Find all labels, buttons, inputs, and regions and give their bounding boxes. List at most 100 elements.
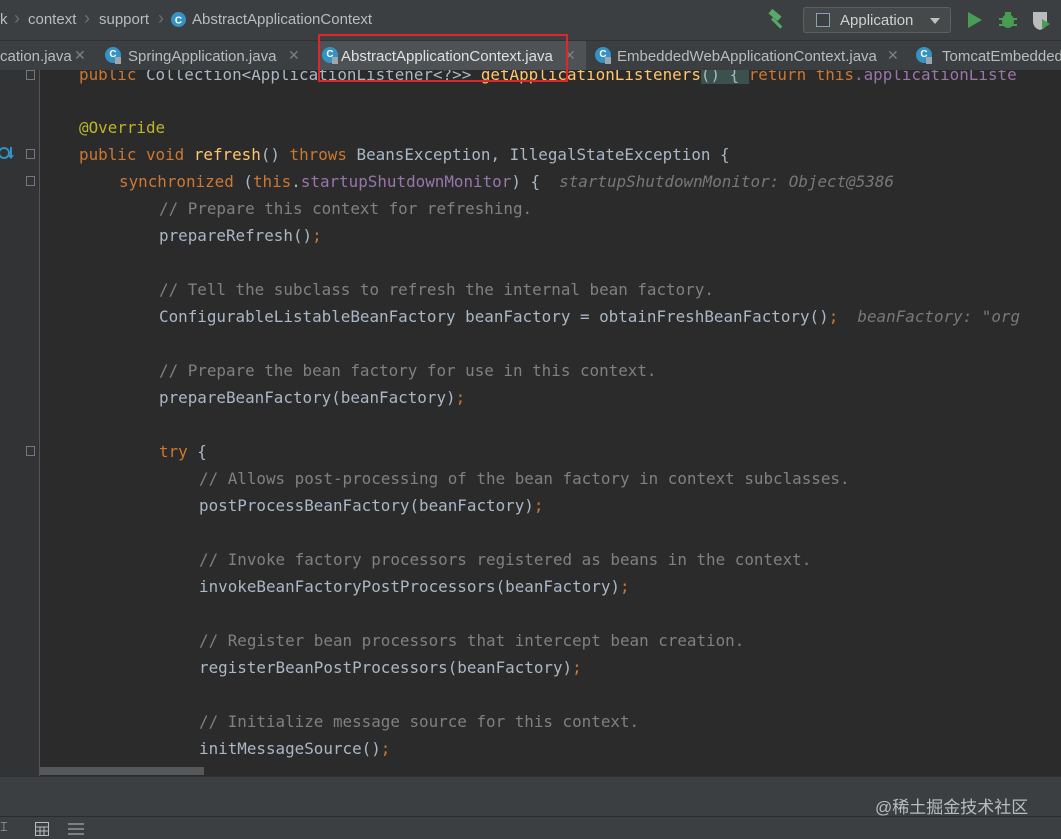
code-text: invokeBeanFactoryPostProcessors(beanFact… [199, 577, 620, 596]
keyword: public [79, 145, 137, 164]
tab-label: cation.java [0, 48, 72, 65]
code-line: // Invoke factory processors registered … [199, 546, 811, 573]
comment: // Allows post-processing of the bean fa… [199, 469, 850, 488]
close-icon[interactable]: ✕ [887, 47, 899, 64]
breadcrumb-support[interactable]: support [99, 11, 149, 28]
breadcrumb-separator: › [14, 8, 20, 28]
keyword: public [79, 70, 137, 84]
editor-tab-bar: cation.java ✕ C SpringApplication.java ✕… [0, 40, 1061, 70]
code-text: initMessageSource() [199, 739, 381, 758]
code-text: postProcessBeanFactory(beanFactory) [199, 496, 534, 515]
comment: // Initialize message source for this co… [199, 712, 640, 731]
code-text: . [291, 172, 301, 191]
breadcrumb-class[interactable]: AbstractApplicationContext [192, 11, 372, 28]
folded-body[interactable]: () { [700, 70, 749, 84]
comment: // Prepare the bean factory for use in t… [159, 361, 657, 380]
java-class-icon: C [105, 47, 121, 64]
tab-abstract-application-context[interactable]: C AbstractApplicationContext.java ✕ [318, 41, 586, 70]
code-line: // Prepare the bean factory for use in t… [159, 357, 656, 384]
code-line: initMessageSource(); [199, 735, 390, 762]
code-text: ConfigurableListableBeanFactory beanFact… [159, 307, 829, 326]
tab-label: EmbeddedWebApplicationContext.java [617, 48, 877, 65]
field-name: startupShutdownMonitor [300, 172, 512, 191]
tab-label: SpringApplication.java [128, 48, 277, 65]
code-text: registerBeanPostProcessors(beanFactory) [199, 658, 573, 677]
calculator-icon[interactable] [35, 822, 49, 836]
breadcrumb-separator: › [84, 8, 90, 28]
watermark: @稀土掘金技术社区 [875, 798, 1029, 817]
run-configuration-selector[interactable]: Application [803, 7, 951, 33]
semicolon: ; [533, 496, 544, 515]
code-line: // Prepare this context for refreshing. [159, 195, 532, 222]
build-hammer-icon[interactable] [766, 9, 788, 31]
code-line: synchronized (this.startupShutdownMonito… [119, 168, 894, 195]
fold-marker-icon[interactable] [26, 70, 35, 80]
svg-text:C: C [175, 16, 182, 27]
breadcrumb-module[interactable]: k [0, 11, 8, 28]
java-class-icon: C [916, 47, 932, 64]
code-editor[interactable]: public Collection<ApplicationListener<?>… [40, 70, 1061, 776]
debug-icon[interactable] [997, 9, 1019, 31]
editor-gutter [0, 70, 40, 776]
comment: // Invoke factory processors registered … [199, 550, 812, 569]
breadcrumb-context[interactable]: context [28, 11, 76, 28]
code-line: // Allows post-processing of the bean fa… [199, 465, 850, 492]
tab-spring-application[interactable]: C SpringApplication.java ✕ [97, 41, 317, 70]
type-name: Collection<ApplicationListener<?>> [145, 70, 472, 84]
list-icon[interactable] [68, 822, 84, 836]
tab-cation-java[interactable]: cation.java ✕ [0, 41, 97, 70]
keyword: void [145, 145, 185, 164]
code-text: BeansException, IllegalStateException { [356, 145, 730, 164]
semicolon: ; [828, 307, 839, 326]
fold-marker-icon[interactable] [26, 446, 35, 456]
code-line: // Register bean processors that interce… [199, 627, 744, 654]
tab-embedded-web-application-context[interactable]: C EmbeddedWebApplicationContext.java ✕ [586, 41, 910, 70]
field-name: .applicationListe [854, 70, 1017, 84]
code-text: ( [243, 172, 253, 191]
override-method-icon[interactable] [0, 146, 14, 160]
method-name: getApplicationListeners [480, 70, 701, 84]
keyword: throws [289, 145, 347, 164]
semicolon: ; [455, 388, 466, 407]
keyword: synchronized [119, 172, 234, 191]
breadcrumb-separator: › [158, 8, 164, 28]
comment: // Prepare this context for refreshing. [159, 199, 533, 218]
annotation: @Override [79, 118, 166, 137]
tab-label: AbstractApplicationContext.java [341, 48, 553, 65]
tool-window-icon[interactable]: ⌶ [0, 819, 8, 835]
tab-label: TomcatEmbedded [942, 48, 1061, 65]
comment: // Tell the subclass to refresh the inte… [159, 280, 714, 299]
navigation-bar: k › context › support › C AbstractApplic… [0, 0, 1061, 40]
comment: // Register bean processors that interce… [199, 631, 745, 650]
code-text: () [260, 145, 290, 164]
code-line: try { [159, 438, 207, 465]
close-icon[interactable]: ✕ [288, 47, 300, 64]
fold-marker-icon[interactable] [26, 149, 35, 159]
dropdown-arrow-icon [930, 18, 940, 24]
code-line: public void refresh() throws BeansExcept… [79, 141, 730, 168]
java-class-icon: C [322, 47, 338, 64]
fold-marker-icon[interactable] [26, 176, 35, 186]
scrollbar-thumb[interactable] [40, 767, 204, 775]
keyword: this [252, 172, 292, 191]
semicolon: ; [619, 577, 630, 596]
java-class-icon: C [595, 47, 611, 64]
debug-inline-value: beanFactory: "org [857, 307, 1021, 326]
semicolon: ; [312, 226, 322, 245]
code-line: // Initialize message source for this co… [199, 708, 639, 735]
run-icon[interactable] [965, 11, 983, 29]
status-bar: ⌶ [0, 816, 1061, 839]
close-icon[interactable]: ✕ [74, 47, 86, 64]
code-line: registerBeanPostProcessors(beanFactory); [199, 654, 582, 681]
keyword: try [159, 442, 188, 461]
tab-tomcat-embedded[interactable]: C TomcatEmbedded [910, 41, 1061, 70]
code-text: prepareRefresh() [159, 226, 313, 245]
code-line: invokeBeanFactoryPostProcessors(beanFact… [199, 573, 630, 600]
code-text: { [187, 442, 207, 461]
code-line: ConfigurableListableBeanFactory beanFact… [159, 303, 1020, 330]
close-icon[interactable]: ✕ [564, 47, 576, 64]
code-line: postProcessBeanFactory(beanFactory); [199, 492, 543, 519]
semicolon: ; [572, 658, 582, 677]
coverage-icon[interactable] [1030, 9, 1052, 31]
keyword: return [748, 70, 807, 84]
